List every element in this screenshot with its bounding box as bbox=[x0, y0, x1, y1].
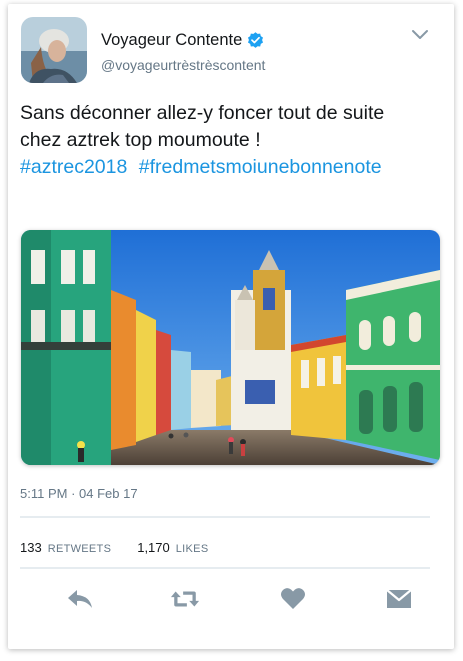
tweet-timestamp[interactable]: 5:11 PM · 04 Feb 17 bbox=[20, 486, 138, 501]
like-button[interactable] bbox=[278, 586, 308, 612]
verified-badge-icon bbox=[248, 32, 264, 48]
avatar[interactable] bbox=[21, 17, 87, 83]
user-handle[interactable]: @voyageurtrèstrèscontent bbox=[101, 57, 265, 73]
tweet-card: Voyageur Contente @voyageurtrèstrèsconte… bbox=[8, 4, 454, 649]
hashtags: #aztrec2018 #fredmetsmoiunebonnenote bbox=[20, 154, 444, 181]
tweet-text: Sans déconner allez-y foncer tout de sui… bbox=[20, 100, 444, 181]
tweet-stats: 133 RETWEETS 1,170 LIKES bbox=[20, 540, 208, 555]
likes-count[interactable]: 1,170 bbox=[137, 540, 170, 555]
retweets-label[interactable]: RETWEETS bbox=[48, 543, 112, 555]
user-display-name[interactable]: Voyageur Contente bbox=[101, 31, 265, 50]
street-photo-image bbox=[21, 230, 440, 465]
likes-label[interactable]: LIKES bbox=[176, 543, 209, 555]
tweet-text-line-1: Sans déconner allez-y foncer tout de sui… bbox=[20, 102, 385, 124]
tweet-time: 5:11 PM bbox=[20, 486, 68, 501]
divider bbox=[20, 567, 430, 569]
envelope-icon bbox=[386, 589, 412, 608]
heart-icon bbox=[281, 588, 305, 609]
divider bbox=[20, 516, 430, 518]
tweet-date: 04 Feb 17 bbox=[79, 486, 138, 501]
avatar-image bbox=[21, 17, 87, 83]
timestamp-separator: · bbox=[71, 486, 76, 501]
tweet-text-line-2: chez aztrek top moumoute ! bbox=[20, 129, 261, 151]
tweet-photo[interactable] bbox=[21, 230, 440, 465]
chevron-down-icon[interactable] bbox=[411, 29, 429, 41]
reply-button[interactable] bbox=[65, 586, 95, 612]
hashtag-link[interactable]: #fredmetsmoiunebonnenote bbox=[139, 156, 382, 178]
tweet-actions bbox=[20, 582, 430, 618]
retweet-icon bbox=[170, 591, 200, 607]
display-name-text: Voyageur Contente bbox=[101, 31, 243, 49]
message-button[interactable] bbox=[384, 586, 414, 612]
retweet-button[interactable] bbox=[170, 586, 200, 612]
hashtag-link[interactable]: #aztrec2018 bbox=[20, 156, 127, 178]
retweets-count[interactable]: 133 bbox=[20, 540, 42, 555]
reply-icon bbox=[68, 590, 92, 608]
